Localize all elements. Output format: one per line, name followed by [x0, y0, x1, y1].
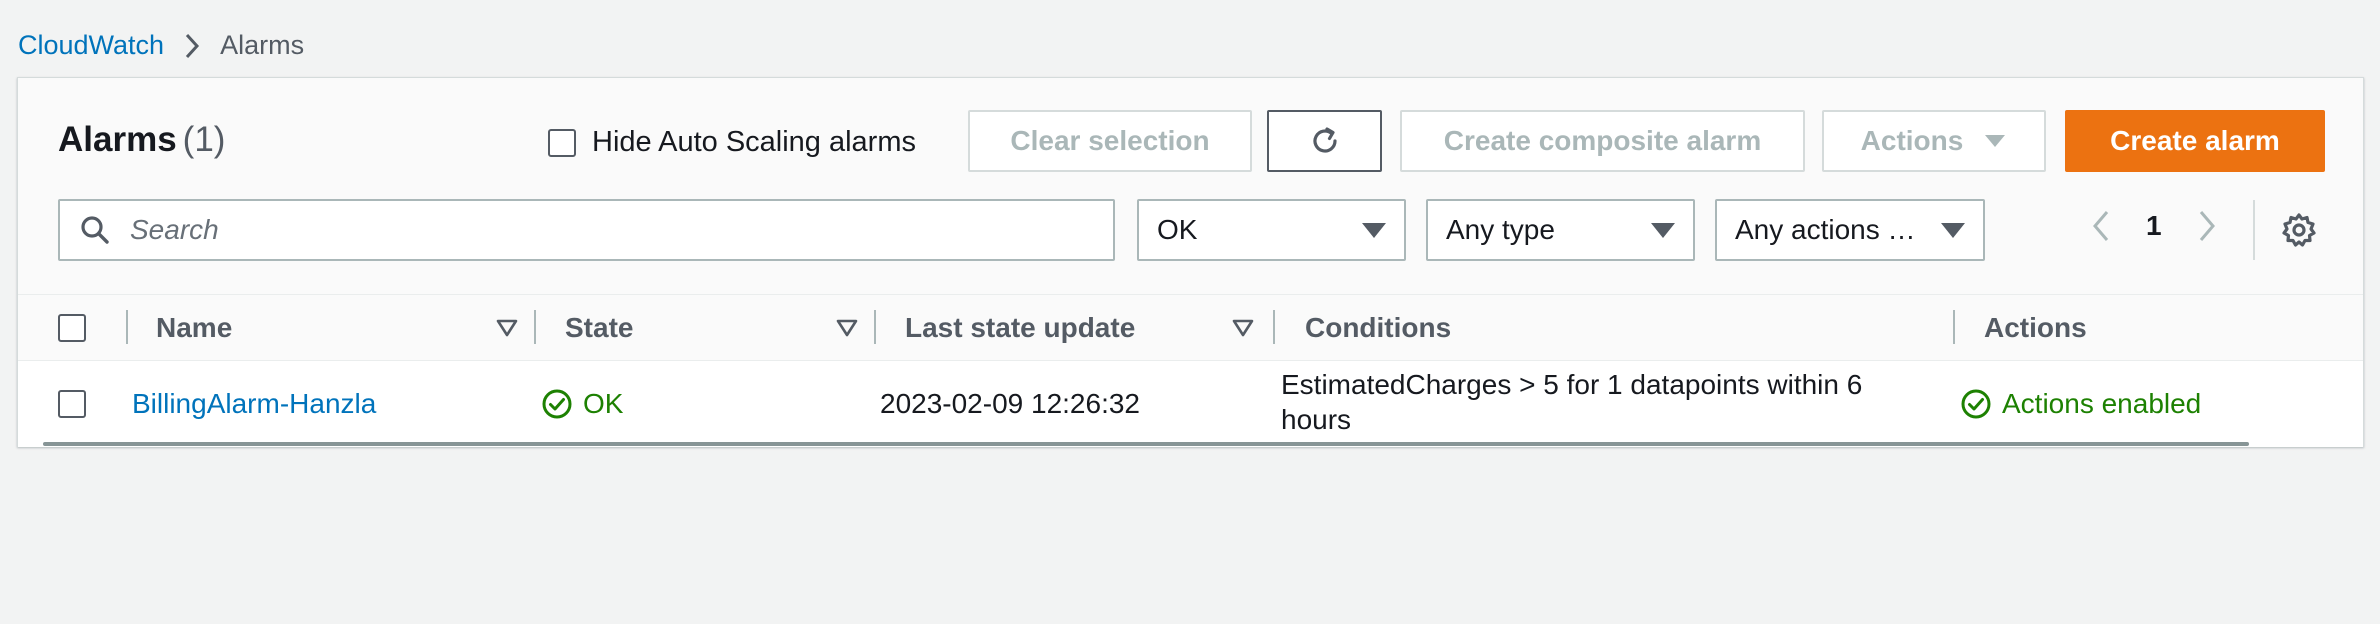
alarms-count: (1)	[182, 120, 226, 159]
check-circle-icon	[542, 389, 572, 419]
conditions-value: EstimatedCharges > 5 for 1 datapoints wi…	[1281, 369, 1863, 435]
column-header-conditions[interactable]: Conditions	[1305, 295, 1451, 361]
alarms-title: Alarms	[58, 120, 177, 159]
column-divider	[1953, 310, 1955, 344]
pager-divider	[2253, 200, 2255, 260]
select-all-checkbox[interactable]	[58, 314, 86, 342]
caret-down-icon	[1651, 222, 1675, 238]
actions-filter-select[interactable]: Any actions …	[1715, 199, 1985, 261]
current-page-number[interactable]: 1	[2146, 210, 2162, 242]
breadcrumb: CloudWatch Alarms	[18, 30, 304, 61]
breadcrumb-cloudwatch-link[interactable]: CloudWatch	[18, 30, 164, 61]
alarm-name-link[interactable]: BillingAlarm-Hanzla	[132, 388, 376, 420]
table-row: BillingAlarm-Hanzla OK 2023-02-09 12:26:…	[18, 361, 2363, 447]
actions-cell: Actions enabled	[1960, 361, 2201, 447]
column-header-last-update[interactable]: Last state update	[905, 295, 1135, 361]
column-divider	[874, 310, 876, 344]
column-divider	[1273, 310, 1275, 344]
column-header-actions[interactable]: Actions	[1984, 295, 2087, 361]
actions-filter-value: Any actions …	[1735, 214, 1916, 245]
caret-down-icon	[1362, 222, 1386, 238]
pagination: 1	[2090, 208, 2218, 244]
hide-auto-scaling-label: Hide Auto Scaling alarms	[592, 126, 916, 158]
refresh-button[interactable]	[1267, 110, 1382, 172]
create-alarm-button[interactable]: Create alarm	[2065, 110, 2325, 172]
column-divider	[534, 310, 536, 344]
hide-auto-scaling-checkbox[interactable]	[548, 128, 576, 157]
state-cell: OK	[541, 361, 623, 447]
gear-icon[interactable]	[2281, 212, 2317, 248]
sort-icon[interactable]	[496, 318, 518, 338]
state-filter-value: OK	[1157, 214, 1198, 245]
search-input[interactable]	[130, 214, 1030, 246]
last-update-value: 2023-02-09 12:26:32	[880, 388, 1140, 419]
actions-status-value: Actions enabled	[2002, 388, 2202, 419]
actions-dropdown-button[interactable]: Actions	[1822, 110, 2046, 172]
column-header-name[interactable]: Name	[156, 295, 232, 361]
alarms-table-panel: Alarms (1) Hide Auto Scaling alarms Clear…	[17, 77, 2364, 447]
breadcrumb-current: Alarms	[220, 30, 305, 60]
column-header-state[interactable]: State	[565, 295, 633, 361]
page-title: Alarms (1)	[58, 120, 225, 160]
caret-down-icon	[1941, 222, 1965, 238]
caret-down-icon	[1985, 135, 2006, 147]
refresh-icon	[1312, 127, 1337, 153]
sort-icon[interactable]	[836, 318, 858, 338]
row-checkbox[interactable]	[58, 390, 86, 418]
column-divider	[126, 310, 128, 344]
state-value: OK	[583, 388, 624, 419]
search-icon	[81, 216, 109, 244]
state-filter-select[interactable]: OK	[1137, 199, 1406, 261]
actions-button-label: Actions	[1860, 125, 1964, 156]
search-box[interactable]	[58, 199, 1115, 261]
create-composite-alarm-button[interactable]: Create composite alarm	[1400, 110, 1805, 172]
check-circle-icon	[1961, 389, 1991, 419]
sort-icon[interactable]	[1232, 318, 1254, 338]
hide-auto-scaling-toggle[interactable]: Hide Auto Scaling alarms	[548, 126, 916, 159]
type-filter-select[interactable]: Any type	[1426, 199, 1695, 261]
chevron-right-icon	[185, 33, 200, 58]
chevron-right-icon[interactable]	[2196, 208, 2218, 244]
table-header: Name State Last state update Conditions …	[18, 295, 2363, 361]
horizontal-scrollbar[interactable]	[43, 442, 2249, 446]
type-filter-value: Any type	[1446, 214, 1555, 245]
chevron-left-icon[interactable]	[2090, 208, 2112, 244]
clear-selection-button[interactable]: Clear selection	[968, 110, 1252, 172]
